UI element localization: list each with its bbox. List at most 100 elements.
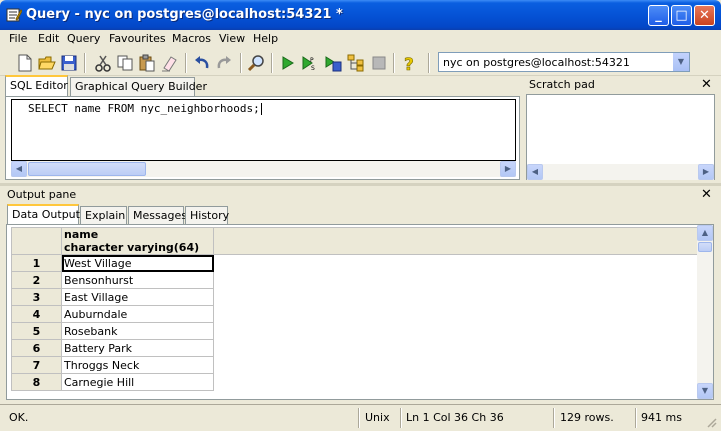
resize-grip-icon[interactable] [705, 416, 717, 428]
svg-text:?: ? [404, 55, 414, 72]
window-title: Query - nyc on postgres@localhost:54321 … [26, 7, 343, 22]
find-icon[interactable] [247, 54, 265, 72]
scrollbar-thumb[interactable] [698, 242, 712, 252]
header-filler [213, 227, 708, 255]
row-number[interactable]: 4 [11, 305, 62, 323]
query-tool-icon [6, 8, 22, 22]
title-bar: Query - nyc on postgres@localhost:54321 … [0, 0, 721, 30]
paste-icon[interactable] [138, 54, 156, 72]
table-row: 2 Bensonhurst [11, 271, 708, 289]
row-number[interactable]: 6 [11, 339, 62, 357]
chevron-down-icon[interactable]: ▼ [672, 53, 689, 71]
menu-view[interactable]: View [219, 32, 245, 45]
output-pane-title: Output pane [7, 188, 77, 201]
scratch-pad-input[interactable]: ◀ ▶ [526, 94, 715, 180]
column-type: character varying(64) [64, 241, 200, 254]
maximize-button[interactable]: □ [671, 5, 692, 26]
row-number[interactable]: 7 [11, 356, 62, 374]
column-name: name [64, 228, 99, 241]
menu-file[interactable]: File [9, 32, 27, 45]
tab-data-output[interactable]: Data Output [7, 204, 80, 225]
menu-query[interactable]: Query [67, 32, 100, 45]
table-row: 5 Rosebank [11, 322, 708, 340]
menu-macros[interactable]: Macros [172, 32, 211, 45]
new-file-icon[interactable] [16, 54, 34, 72]
row-number[interactable]: 3 [11, 288, 62, 306]
table-cell[interactable]: Auburndale [61, 305, 214, 323]
toolbar-separator [185, 53, 186, 73]
table-row: 7 Throggs Neck [11, 356, 708, 374]
connection-select-value: nyc on postgres@localhost:54321 [443, 56, 630, 69]
tab-explain[interactable]: Explain [80, 206, 127, 225]
row-number[interactable]: 5 [11, 322, 62, 340]
menu-help[interactable]: Help [253, 32, 278, 45]
scratch-pad-title: Scratch pad [529, 78, 595, 91]
svg-text:P: P [310, 57, 314, 64]
cancel-icon[interactable] [370, 54, 388, 72]
scroll-left-icon[interactable]: ◀ [527, 164, 543, 180]
results-table: name character varying(64) 1 West Villag… [11, 227, 708, 391]
execute-to-file-icon[interactable] [324, 54, 342, 72]
save-icon[interactable] [60, 54, 78, 72]
table-cell[interactable]: Carnegie Hill [61, 373, 214, 391]
minimize-button[interactable]: _ [648, 5, 669, 26]
scrollbar-thumb[interactable] [28, 162, 146, 176]
connection-select[interactable]: nyc on postgres@localhost:54321 ▼ [438, 52, 690, 72]
editor-container: SELECT name FROM nyc_neighborhoods; ◀ ▶ [5, 96, 520, 180]
grid-corner[interactable] [11, 227, 62, 255]
clear-icon[interactable] [160, 54, 178, 72]
open-folder-icon[interactable] [38, 54, 56, 72]
toolbar-separator [240, 53, 241, 73]
row-number[interactable]: 1 [11, 254, 62, 272]
menu-edit[interactable]: Edit [38, 32, 59, 45]
row-number[interactable]: 2 [11, 271, 62, 289]
scroll-right-icon[interactable]: ▶ [698, 164, 714, 180]
column-header-name[interactable]: name character varying(64) [61, 227, 214, 255]
execute-pgscript-icon[interactable]: PS [300, 54, 318, 72]
table-cell[interactable]: Throggs Neck [61, 356, 214, 374]
close-button[interactable]: ✕ [694, 5, 715, 26]
menu-bar: File Edit Query Favourites Macros View H… [0, 30, 721, 48]
explain-icon[interactable] [347, 54, 365, 72]
table-row: 6 Battery Park [11, 339, 708, 357]
scroll-down-icon[interactable]: ▼ [697, 383, 713, 399]
sql-input[interactable]: SELECT name FROM nyc_neighborhoods; [11, 99, 516, 161]
redo-icon[interactable] [215, 54, 233, 72]
status-cursor-position: Ln 1 Col 36 Ch 36 [406, 411, 504, 424]
toolbar-separator [393, 53, 394, 73]
grid-vertical-scrollbar[interactable]: ▲ ▼ [697, 225, 713, 399]
table-cell[interactable]: Battery Park [61, 339, 214, 357]
table-cell[interactable]: Rosebank [61, 322, 214, 340]
execute-icon[interactable] [278, 54, 296, 72]
scroll-up-icon[interactable]: ▲ [697, 225, 713, 241]
scroll-right-icon[interactable]: ▶ [500, 161, 516, 177]
tab-messages[interactable]: Messages [128, 206, 187, 225]
status-bar: OK. Unix Ln 1 Col 36 Ch 36 129 rows. 941… [0, 404, 721, 431]
cut-icon[interactable] [94, 54, 112, 72]
table-row: 4 Auburndale [11, 305, 708, 323]
copy-icon[interactable] [116, 54, 134, 72]
table-cell[interactable]: Bensonhurst [61, 271, 214, 289]
status-message: OK. [9, 411, 29, 424]
table-cell[interactable]: West Village [61, 254, 214, 272]
table-cell[interactable]: East Village [61, 288, 214, 306]
row-number[interactable]: 8 [11, 373, 62, 391]
help-icon[interactable]: ? [400, 54, 418, 72]
table-row: 1 West Village [11, 254, 708, 272]
editor-horizontal-scrollbar[interactable]: ◀ ▶ [11, 161, 516, 177]
tab-history[interactable]: History [185, 206, 229, 225]
status-line-ending: Unix [365, 411, 390, 424]
undo-icon[interactable] [193, 54, 211, 72]
toolbar-separator [428, 53, 429, 73]
sql-editor-panel: SQL Editor Graphical Query Builder SELEC… [5, 75, 520, 181]
scratch-horizontal-scrollbar[interactable]: ◀ ▶ [527, 164, 714, 180]
scroll-left-icon[interactable]: ◀ [11, 161, 27, 177]
tab-sql-editor[interactable]: SQL Editor [5, 75, 68, 96]
table-row: 8 Carnegie Hill [11, 373, 708, 391]
output-pane-close-icon[interactable]: ✕ [701, 187, 712, 202]
data-output-grid: name character varying(64) 1 West Villag… [6, 224, 714, 400]
menu-favourites[interactable]: Favourites [109, 32, 166, 45]
scratch-pad-close-icon[interactable]: ✕ [701, 77, 712, 92]
tab-graphical-query-builder[interactable]: Graphical Query Builder [70, 77, 207, 96]
svg-text:S: S [311, 65, 315, 72]
